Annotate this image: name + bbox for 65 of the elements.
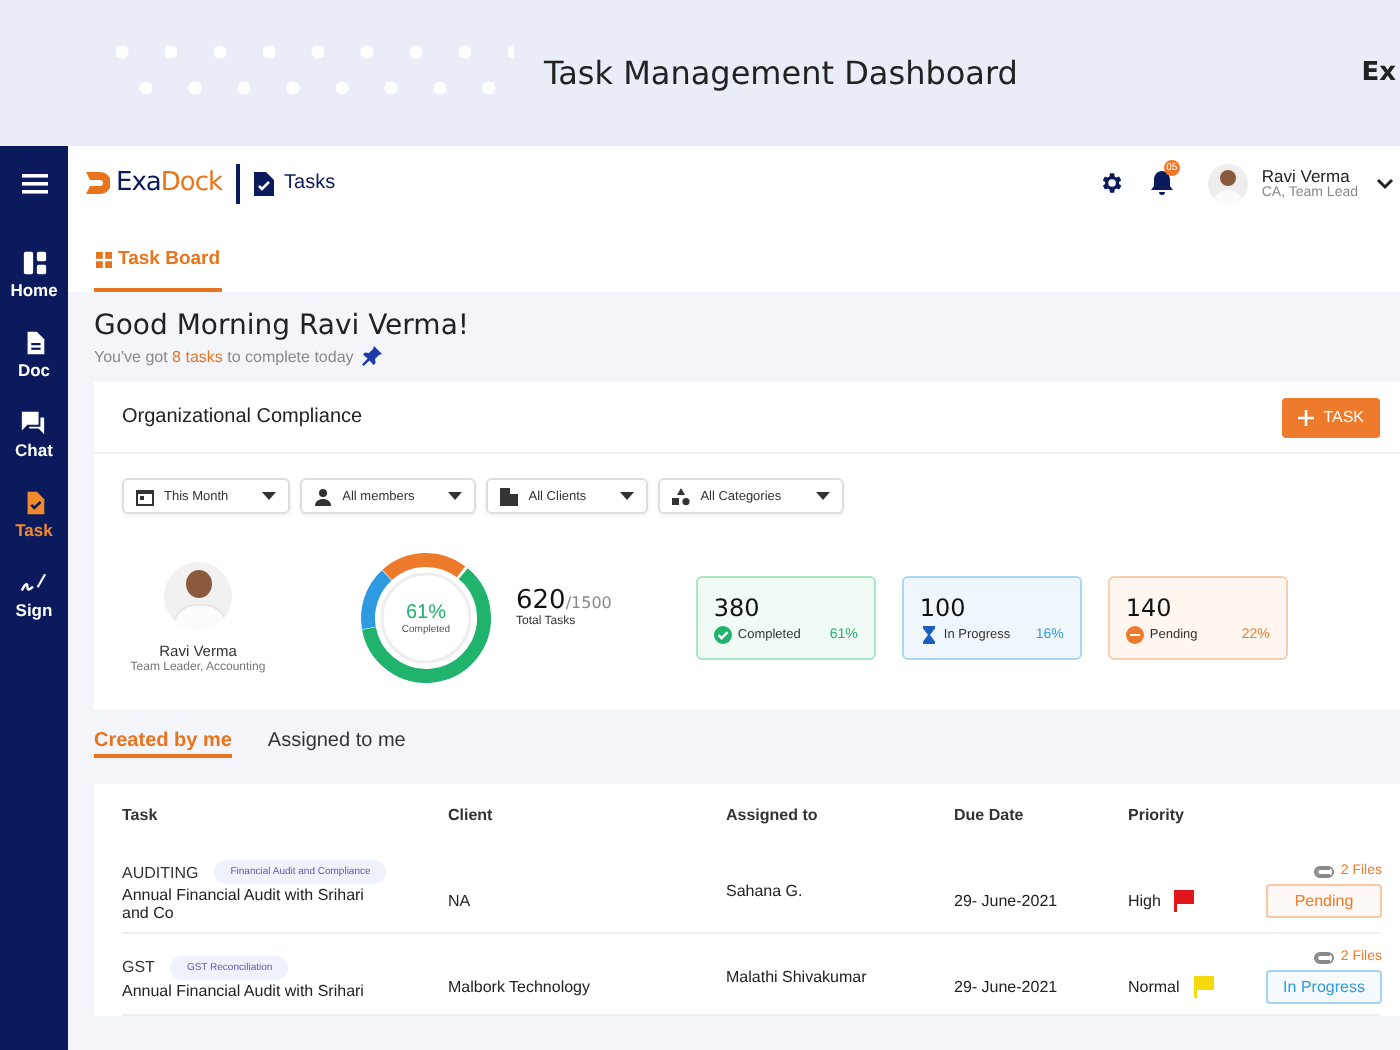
column-header: Assigned to: [726, 805, 820, 823]
paperclip-icon: [1314, 951, 1335, 963]
caret-icon: [262, 492, 277, 500]
greeting-subtitle: You've got 8 tasks to complete today: [94, 347, 354, 365]
building-icon: [500, 487, 519, 505]
avatar-icon: [164, 562, 232, 630]
list-tab[interactable]: Assigned to me: [267, 730, 406, 758]
menu-icon[interactable]: [21, 173, 47, 193]
logo-wordmark: ExaDock: [116, 168, 223, 198]
nav-item[interactable]: Task: [11, 490, 57, 540]
stat-value: 380: [713, 593, 762, 621]
shapes-icon: [672, 487, 691, 505]
nav-item[interactable]: Home: [6, 250, 62, 300]
task-category: AUDITING: [122, 863, 199, 881]
client-cell-text: Malbork Technology: [448, 978, 593, 996]
assignee-cell-text: Malathi Shivakumar: [726, 968, 869, 986]
caret-icon: [815, 492, 830, 500]
grid-icon: [96, 251, 112, 267]
column-header: Client: [448, 805, 495, 823]
logo-icon: [86, 172, 110, 194]
chevron-down-icon[interactable]: [1376, 177, 1394, 189]
section-title: Tasks: [284, 172, 336, 194]
stat-value: 140: [1125, 593, 1174, 621]
total-tasks-value: 620/1500: [516, 585, 612, 615]
priority-cell: Normal: [1128, 978, 1180, 996]
status-badge: In Progress: [1266, 970, 1382, 1004]
person-icon: [314, 487, 333, 505]
document-check-icon: [254, 171, 275, 195]
task-category: GST: [122, 958, 155, 976]
chat-icon: [20, 410, 47, 436]
pin-icon: [361, 346, 382, 366]
client-cell-text: NA: [448, 892, 473, 910]
notification-icon[interactable]: [1149, 170, 1174, 196]
plus-icon: [1297, 409, 1314, 425]
task-title: Annual Financial Audit with Srihari and Co: [122, 886, 366, 922]
paperclip-icon: [1314, 865, 1335, 877]
sign-icon: [20, 570, 47, 596]
due-date-cell-text: 29- June-2021: [954, 892, 1060, 910]
hourglass-icon: [919, 625, 938, 643]
assignee-cell-text: Sahana G.: [726, 882, 805, 900]
stat-value: 100: [919, 593, 968, 621]
donut-drawing: [358, 550, 494, 686]
nav-item[interactable]: Doc: [13, 330, 55, 380]
card-title: Organizational Compliance: [122, 406, 365, 428]
nav-item[interactable]: Chat: [11, 410, 57, 460]
banner-title: Task Management Dashboard: [544, 54, 1018, 92]
banner-text: Ex: [1361, 58, 1396, 88]
nav-item[interactable]: Sign: [11, 570, 57, 620]
column-header: Task: [122, 805, 160, 823]
greeting-title: Good Morning Ravi Verma!: [94, 310, 472, 342]
column-header: Priority: [1128, 805, 1187, 823]
check-circle-icon: [713, 625, 732, 643]
settings-icon[interactable]: [1097, 170, 1124, 196]
avatar-icon: [1207, 163, 1248, 203]
due-date-cell-text: 29- June-2021: [954, 978, 1060, 996]
column-header: Due Date: [954, 805, 1026, 823]
user-name: Ravi Verma: [1261, 166, 1350, 186]
caret-icon: [620, 492, 635, 500]
donut-percent: 61%: [405, 601, 446, 623]
caret-icon: [448, 492, 463, 500]
task-title: Annual Financial Audit with Srihari: [122, 981, 366, 999]
calendar-icon: [136, 487, 154, 505]
priority-cell: High: [1128, 892, 1161, 910]
status-badge: Pending: [1266, 884, 1382, 918]
home-icon: [21, 250, 47, 276]
